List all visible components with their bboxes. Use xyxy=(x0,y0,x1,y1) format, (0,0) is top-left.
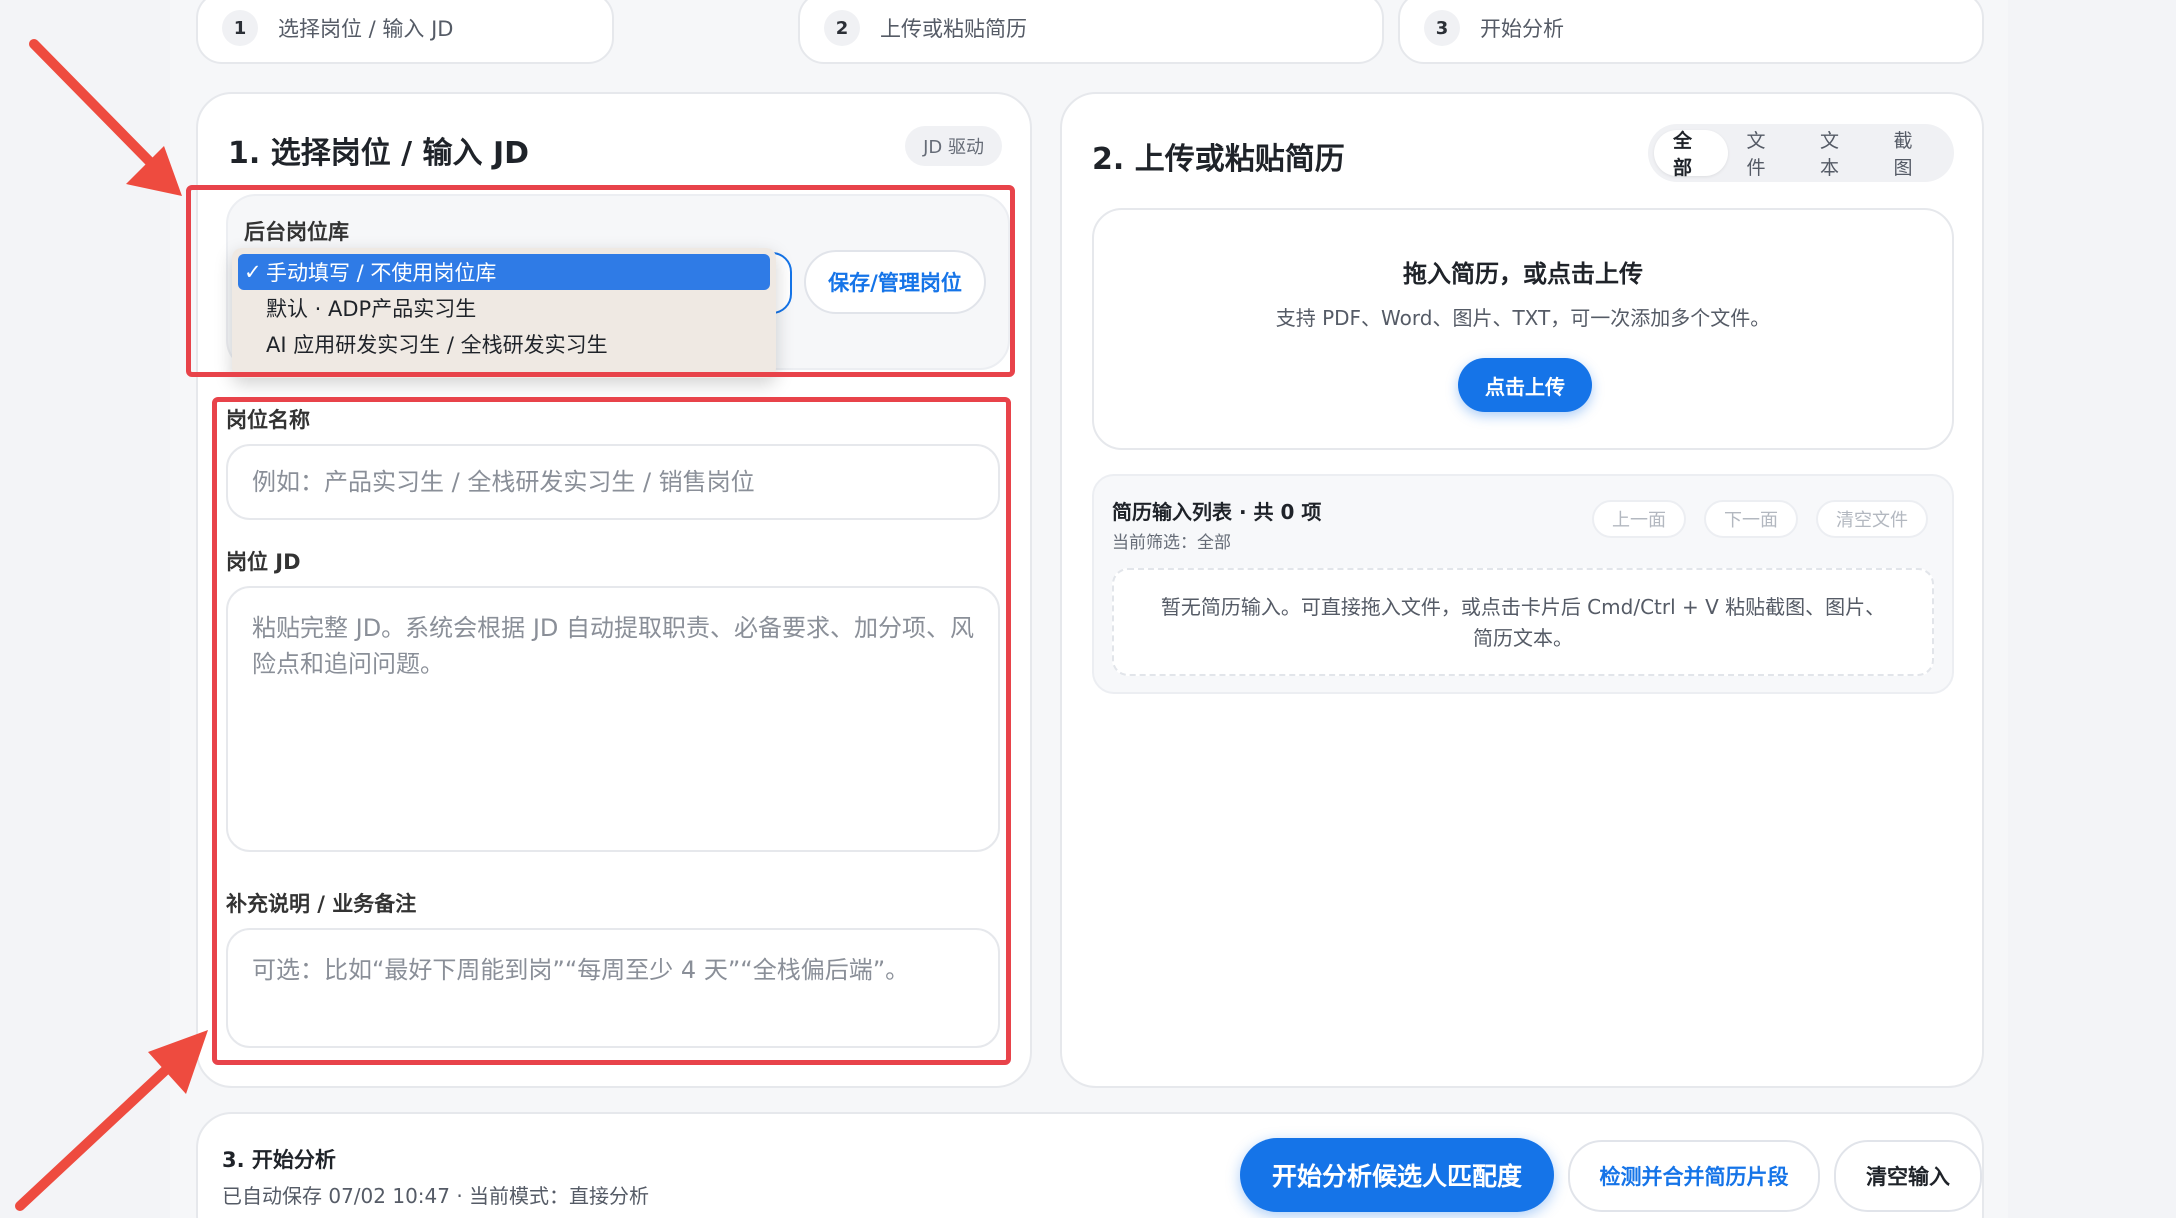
start-analysis-button[interactable]: 开始分析候选人匹配度 xyxy=(1240,1138,1554,1212)
step-number: 1 xyxy=(222,10,258,46)
analysis-title: 3. 开始分析 xyxy=(222,1148,336,1172)
annotation-box-library xyxy=(186,185,1015,377)
annotation-box-fields xyxy=(212,397,1011,1065)
merge-resume-button[interactable]: 检测并合并简历片段 xyxy=(1568,1140,1820,1212)
resume-card: 2. 上传或粘贴简历 全部 文件 文本 截图 拖入简历，或点击上传 支持 PDF… xyxy=(1060,92,1984,1088)
drop-zone-desc: 支持 PDF、Word、图片、TXT，可一次添加多个文件。 xyxy=(1275,306,1771,330)
resume-list-title: 简历输入列表 · 共 0 项 xyxy=(1112,500,1322,524)
filter-tab-file[interactable]: 文件 xyxy=(1728,130,1802,179)
resume-list-section: 简历输入列表 · 共 0 项 当前筛选：全部 上一面 下一面 清空文件 暂无简历… xyxy=(1092,474,1954,694)
resume-card-title: 2. 上传或粘贴简历 xyxy=(1092,142,1345,177)
step-label: 开始分析 xyxy=(1480,17,1564,41)
step-number: 3 xyxy=(1424,10,1460,46)
jd-driven-badge: JD 驱动 xyxy=(905,126,1002,166)
drop-zone-title: 拖入简历，或点击上传 xyxy=(1403,260,1643,288)
step-label: 选择岗位 / 输入 JD xyxy=(278,17,454,41)
clear-input-button[interactable]: 清空输入 xyxy=(1834,1140,1982,1212)
filter-tab-all[interactable]: 全部 xyxy=(1654,130,1728,179)
step-label: 上传或粘贴简历 xyxy=(880,17,1027,41)
resume-empty-state: 暂无简历输入。可直接拖入文件，或点击卡片后 Cmd/Ctrl + V 粘贴截图、… xyxy=(1112,568,1934,676)
step-3[interactable]: 3 开始分析 xyxy=(1398,0,1984,64)
autosave-status: 已自动保存 07/02 10:47 · 当前模式：直接分析 xyxy=(222,1184,650,1208)
filter-tab-text[interactable]: 文本 xyxy=(1801,130,1875,179)
step-2[interactable]: 2 上传或粘贴简历 xyxy=(798,0,1384,64)
resume-list-filter: 当前筛选：全部 xyxy=(1112,533,1231,553)
prev-button[interactable]: 上一面 xyxy=(1592,500,1686,538)
arrow-top-icon xyxy=(29,39,182,196)
step-1[interactable]: 1 选择岗位 / 输入 JD xyxy=(196,0,614,64)
resume-list-actions: 上一面 下一面 清空文件 xyxy=(1574,500,1928,538)
filter-tab-screenshot[interactable]: 截图 xyxy=(1875,130,1949,179)
resume-filter-tabs: 全部 文件 文本 截图 xyxy=(1648,124,1954,182)
jd-card-title: 1. 选择岗位 / 输入 JD xyxy=(228,136,530,171)
upload-button[interactable]: 点击上传 xyxy=(1458,358,1592,412)
analysis-bar: 3. 开始分析 已自动保存 07/02 10:47 · 当前模式：直接分析 开始… xyxy=(196,1112,1984,1218)
clear-files-button[interactable]: 清空文件 xyxy=(1816,500,1928,538)
step-number: 2 xyxy=(824,10,860,46)
resume-drop-zone[interactable]: 拖入简历，或点击上传 支持 PDF、Word、图片、TXT，可一次添加多个文件。… xyxy=(1092,208,1954,450)
next-button[interactable]: 下一面 xyxy=(1704,500,1798,538)
